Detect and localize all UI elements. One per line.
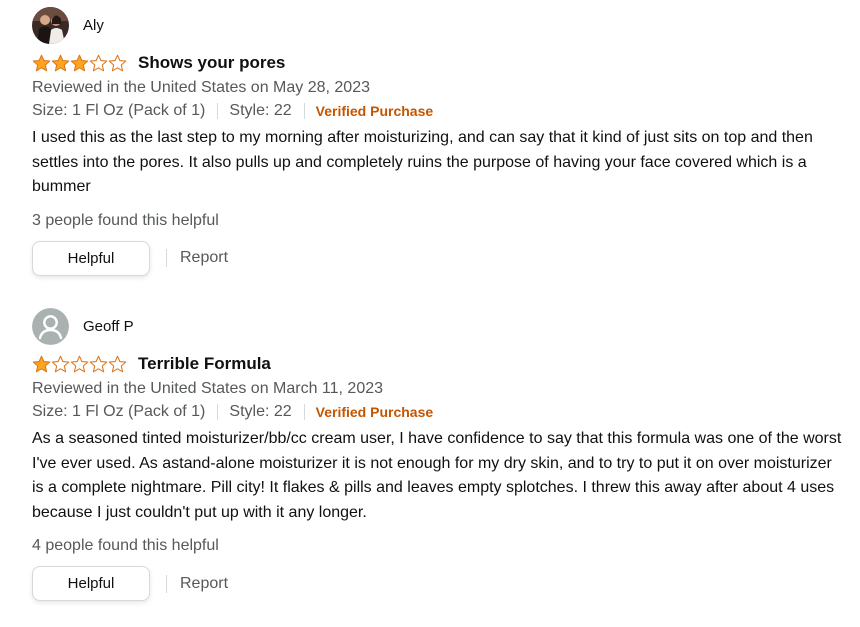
star-rating[interactable] — [32, 54, 127, 72]
review-title[interactable]: Shows your pores — [138, 53, 285, 73]
verified-purchase-badge: Verified Purchase — [315, 103, 434, 119]
review-body: I used this as the last step to my morni… — [32, 129, 813, 195]
style-variant[interactable]: Style: 22 — [229, 99, 291, 123]
reviewer-profile[interactable]: Geoff P — [32, 307, 852, 345]
helpful-count: 4 people found this helpful — [32, 537, 219, 554]
reviewer-avatar[interactable] — [32, 307, 69, 345]
review-format: Size: 1 Fl Oz (Pack of 1) Style: 22 Veri… — [32, 99, 852, 123]
divider — [217, 404, 219, 420]
star-empty-icon — [108, 54, 127, 72]
star-rating[interactable] — [32, 355, 127, 373]
star-empty-icon — [89, 54, 108, 72]
reviewer-profile[interactable]: Aly — [32, 6, 852, 44]
divider — [166, 574, 167, 593]
report-link[interactable]: Report — [180, 575, 228, 593]
star-filled-icon — [32, 355, 51, 373]
helpful-button[interactable]: Helpful — [32, 566, 150, 601]
size-variant[interactable]: Size: 1 Fl Oz (Pack of 1) — [32, 99, 205, 123]
default-user-icon — [32, 307, 69, 345]
report-link[interactable]: Report — [180, 249, 228, 267]
size-variant[interactable]: Size: 1 Fl Oz (Pack of 1) — [32, 400, 205, 424]
reviewer-avatar[interactable] — [32, 6, 69, 44]
helpful-count: 3 people found this helpful — [32, 211, 219, 229]
star-empty-icon — [89, 355, 108, 373]
reviewer-name[interactable]: Geoff P — [83, 318, 134, 335]
star-filled-icon — [51, 54, 70, 72]
photo-avatar-icon — [32, 6, 69, 44]
star-filled-icon — [32, 54, 51, 72]
divider — [303, 404, 305, 420]
divider — [166, 249, 167, 267]
review-card: Aly Shows your pores Reviewed in the Uni… — [32, 6, 852, 276]
review-card: Geoff P Terrible Formula Reviewed in the… — [32, 307, 852, 601]
star-empty-icon — [51, 355, 70, 373]
review-date: Reviewed in the United States on May 28,… — [32, 79, 370, 96]
reviewer-name[interactable]: Aly — [83, 17, 104, 34]
divider — [303, 103, 305, 119]
star-filled-icon — [70, 54, 89, 72]
style-variant[interactable]: Style: 22 — [229, 400, 291, 424]
divider — [217, 103, 219, 119]
star-empty-icon — [108, 355, 127, 373]
review-body: As a seasoned tinted moisturizer/bb/cc c… — [32, 430, 842, 521]
verified-purchase-badge: Verified Purchase — [315, 404, 434, 420]
review-title[interactable]: Terrible Formula — [138, 354, 271, 374]
star-empty-icon — [70, 355, 89, 373]
helpful-button[interactable]: Helpful — [32, 240, 150, 276]
review-date: Reviewed in the United States on March 1… — [32, 380, 384, 397]
review-format: Size: 1 Fl Oz (Pack of 1) Style: 22 Veri… — [32, 400, 852, 424]
